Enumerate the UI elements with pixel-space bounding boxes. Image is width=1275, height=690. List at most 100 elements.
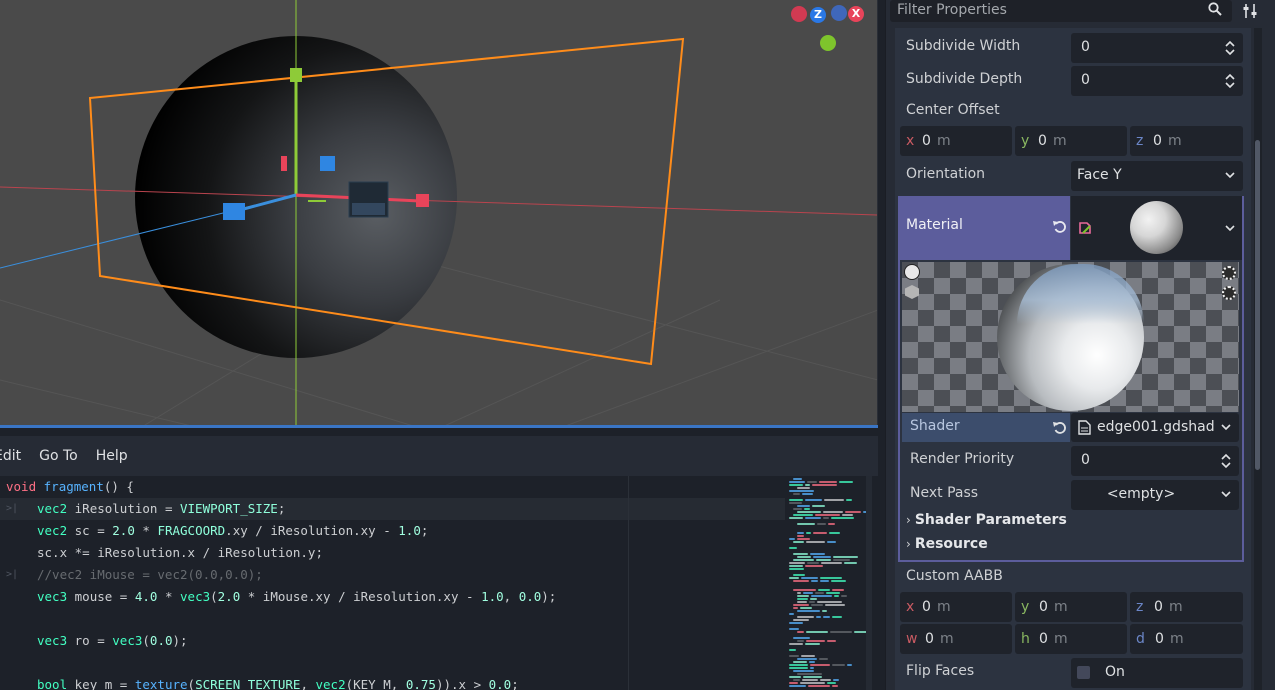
minimap-line bbox=[793, 559, 814, 561]
code-line[interactable]: sc.x *= iResolution.x / iResolution.y; bbox=[0, 542, 785, 564]
editor-scrollbar[interactable] bbox=[866, 476, 872, 690]
inspector-scrollbar[interactable] bbox=[1254, 28, 1262, 690]
script-editor[interactable]: Edit Go To Help void fragment() { >|vec2… bbox=[0, 436, 878, 690]
gizmo-y-handle[interactable] bbox=[290, 68, 302, 82]
flip-faces-value: On bbox=[1105, 664, 1125, 680]
minimap-line bbox=[826, 592, 840, 594]
revert-icon[interactable] bbox=[1052, 420, 1068, 436]
minimap-line bbox=[797, 511, 821, 513]
code-line[interactable]: bool key_m = texture(SCREEN_TEXTURE, vec… bbox=[0, 674, 785, 690]
aabb-d-field[interactable]: d 0 m bbox=[1130, 624, 1243, 654]
chevron-down-icon[interactable] bbox=[1225, 223, 1235, 233]
minimap-line bbox=[797, 595, 809, 597]
minimap-line bbox=[789, 622, 803, 624]
revert-icon[interactable] bbox=[1052, 219, 1068, 235]
subdivide-depth-field[interactable]: 0 bbox=[1071, 66, 1243, 96]
gizmo-neg-z-dot[interactable] bbox=[831, 5, 847, 21]
axis-w-label: w bbox=[906, 631, 918, 647]
flip-faces-checkbox[interactable]: On bbox=[1071, 658, 1243, 688]
light-1-icon[interactable] bbox=[1222, 266, 1236, 280]
minimap-line bbox=[797, 532, 804, 534]
minimap-line bbox=[827, 682, 836, 684]
light-2-icon[interactable] bbox=[1222, 286, 1236, 300]
spinner-icon[interactable] bbox=[1221, 453, 1231, 469]
code-line[interactable]: vec3 ro = vec3(0.0); bbox=[0, 630, 785, 652]
code-line[interactable]: vec3 mouse = 4.0 * vec3(2.0 * iMouse.xy … bbox=[0, 586, 785, 608]
minimap-line bbox=[815, 592, 824, 594]
center-offset-y-value: 0 bbox=[1038, 133, 1047, 149]
minimap-line bbox=[789, 664, 808, 666]
minimap-line bbox=[805, 565, 823, 567]
sphere-preview-icon[interactable] bbox=[904, 264, 920, 280]
aabb-z-field[interactable]: z 0 m bbox=[1130, 592, 1243, 622]
next-pass-picker[interactable]: <empty> bbox=[1071, 480, 1239, 510]
code-line[interactable] bbox=[0, 608, 785, 630]
aabb-y-field[interactable]: y 0 m bbox=[1015, 592, 1127, 622]
minimap-line bbox=[800, 682, 825, 684]
render-priority-field[interactable]: 0 bbox=[1071, 446, 1239, 476]
gizmo-z-dot[interactable]: Z bbox=[810, 7, 826, 23]
menu-go-to[interactable]: Go To bbox=[39, 448, 78, 464]
shader-value: edge001.gdshad bbox=[1097, 419, 1215, 435]
minimap-line bbox=[793, 514, 813, 516]
gizmo-x-dot[interactable]: X bbox=[848, 6, 864, 22]
3d-viewport[interactable]: Z X bbox=[0, 0, 878, 428]
minimap-line bbox=[793, 553, 808, 555]
minimap-line bbox=[811, 604, 823, 606]
minimap-line bbox=[789, 655, 799, 657]
gizmo-z-handle[interactable] bbox=[223, 203, 245, 220]
minimap-line bbox=[819, 658, 828, 660]
subdivide-width-field[interactable]: 0 bbox=[1071, 33, 1243, 63]
menu-edit[interactable]: Edit bbox=[0, 448, 21, 464]
minimap-line bbox=[797, 505, 810, 507]
center-offset-y-field[interactable]: y 0 m bbox=[1015, 126, 1127, 156]
code-line[interactable]: void fragment() { bbox=[0, 476, 785, 498]
aabb-h-field[interactable]: h 0 m bbox=[1015, 624, 1127, 654]
menu-help[interactable]: Help bbox=[96, 448, 128, 464]
spinner-icon[interactable] bbox=[1225, 40, 1235, 56]
shader-parameters-section[interactable]: › Shader Parameters bbox=[906, 512, 1067, 528]
chevron-down-icon[interactable] bbox=[1221, 489, 1231, 499]
aabb-x-field[interactable]: x 0 m bbox=[900, 592, 1012, 622]
gizmo-plane-x[interactable] bbox=[281, 156, 287, 171]
minimap-line bbox=[809, 661, 815, 663]
resource-section[interactable]: › Resource bbox=[906, 536, 988, 552]
minimap-line bbox=[823, 511, 843, 513]
orientation-dropdown[interactable]: Face Y bbox=[1071, 161, 1243, 191]
spinner-icon[interactable] bbox=[1225, 73, 1235, 89]
gizmo-neg-x-dot[interactable] bbox=[791, 6, 807, 22]
gizmo-plane-z[interactable] bbox=[320, 156, 335, 171]
minimap-line bbox=[823, 517, 829, 519]
center-offset-z-field[interactable]: z 0 m bbox=[1130, 126, 1243, 156]
filter-options-icon[interactable] bbox=[1242, 2, 1258, 20]
material-resource-picker[interactable] bbox=[1071, 196, 1243, 260]
checkbox-box[interactable] bbox=[1077, 666, 1090, 679]
code-area[interactable]: void fragment() { >| vec2 iResolution = V… bbox=[0, 476, 785, 690]
minimap-line bbox=[789, 676, 801, 678]
material-preview[interactable] bbox=[902, 262, 1239, 412]
code-line[interactable] bbox=[0, 652, 785, 674]
aabb-w-value: 0 bbox=[925, 631, 934, 647]
minimap-line bbox=[797, 487, 810, 489]
minimap-line bbox=[810, 553, 825, 555]
inspector-scroll-thumb[interactable] bbox=[1255, 140, 1260, 470]
minimap-line bbox=[844, 562, 857, 564]
shader-parameters-label: Shader Parameters bbox=[914, 512, 1067, 528]
code-line[interactable]: vec2 sc = 2.0 * FRAGCOORD.xy / iResoluti… bbox=[0, 520, 785, 542]
render-priority-value: 0 bbox=[1081, 452, 1090, 468]
gizmo-y-dot[interactable] bbox=[820, 35, 836, 51]
code-line[interactable]: >|//vec2 iMouse = vec2(0.0,0.0); bbox=[0, 564, 785, 586]
code-line[interactable]: >| vec2 iResolution = VIEWPORT_SIZE; bbox=[0, 498, 785, 520]
aabb-w-field[interactable]: w 0 m bbox=[900, 624, 1012, 654]
code-minimap[interactable] bbox=[787, 476, 871, 690]
minimap-line bbox=[828, 523, 835, 525]
subdivide-depth-value: 0 bbox=[1081, 72, 1090, 88]
center-offset-x-field[interactable]: x 0 m bbox=[900, 126, 1012, 156]
minimap-line bbox=[805, 484, 810, 486]
filter-placeholder: Filter Properties bbox=[897, 2, 1007, 18]
gizmo-x-handle[interactable] bbox=[416, 194, 429, 207]
filter-properties-input[interactable]: Filter Properties bbox=[890, 0, 1232, 22]
shader-resource-picker[interactable]: edge001.gdshad bbox=[1071, 413, 1239, 442]
minimap-line bbox=[803, 676, 822, 678]
chevron-down-icon[interactable] bbox=[1221, 422, 1231, 432]
